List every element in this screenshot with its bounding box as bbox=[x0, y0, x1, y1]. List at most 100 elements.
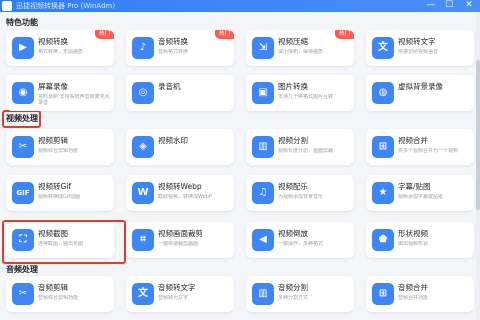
maximize-button[interactable]: ☐ bbox=[442, 0, 456, 12]
card-title: 视频压缩 bbox=[278, 37, 308, 46]
virtual-background-icon: ◍ bbox=[372, 82, 394, 104]
card-audio-convert[interactable]: ♪ 音频转换音频格式转换 热门 bbox=[126, 30, 234, 66]
video-merge-icon: ⊞ bbox=[372, 136, 394, 158]
card-title: 录音机 bbox=[158, 82, 181, 91]
card-description: 音频格式转换 bbox=[158, 49, 189, 55]
screen-record-icon: ◉ bbox=[12, 82, 34, 104]
card-title: 屏幕录像 bbox=[38, 82, 68, 91]
card-description: 音频综合剪辑功能 bbox=[38, 295, 79, 301]
card-title: 形状视频 bbox=[398, 229, 428, 238]
card-title: 视频合并 bbox=[398, 136, 428, 145]
video-reverse-icon: ◀ bbox=[252, 229, 274, 251]
video-split-icon: ▥ bbox=[252, 136, 274, 158]
card-title: 音频合并 bbox=[398, 283, 428, 292]
card-description: 视频综合剪辑功能 bbox=[38, 148, 79, 154]
card-description: 一键快速裁剪画面 bbox=[158, 241, 199, 247]
card-description: 连续截图，输出长图 bbox=[38, 241, 84, 247]
card-title: 字幕/贴图 bbox=[398, 182, 431, 191]
card-description: 实时录制 支持系统声音和麦克风录音 bbox=[38, 94, 110, 106]
card-image-convert[interactable]: ▣ 图片转换支持几十种格式图片互转 bbox=[246, 75, 354, 111]
card-video-to-text[interactable]: 文视频转文字快速识别视频语音 bbox=[366, 30, 474, 66]
video-screenshot-icon: ⛶ bbox=[12, 229, 34, 251]
card-description: 为视频添加背景音乐 bbox=[278, 194, 324, 200]
card-video-compress[interactable]: ⇲ 视频压缩减小体积，保持画质 热门 bbox=[246, 30, 354, 66]
card-title: 视频截图 bbox=[38, 229, 68, 238]
card-description: 音频合并功能 bbox=[398, 295, 429, 301]
card-description: 视频转换成Gif动图 bbox=[38, 194, 81, 200]
card-title: 视频画面裁剪 bbox=[158, 229, 203, 238]
image-convert-icon: ▣ bbox=[252, 82, 274, 104]
card-video-reverse[interactable]: ◀ 视频倒放一键操作，多种格式 bbox=[246, 222, 354, 258]
card-title: 音频转文字 bbox=[158, 283, 196, 292]
card-title: 图片转换 bbox=[278, 82, 308, 91]
card-title: 视频剪辑 bbox=[38, 136, 68, 145]
card-title: 视频倒放 bbox=[278, 229, 308, 238]
video-watermark-icon: ◈ bbox=[132, 136, 154, 158]
card-audio-to-text[interactable]: 文音频转文字 音频转为文字 bbox=[126, 276, 234, 312]
card-recorder[interactable]: ◎ 录音机 bbox=[126, 75, 234, 111]
section-title-special: 特色功能 bbox=[6, 18, 38, 27]
card-video-convert[interactable]: ▶ 视频转换 格式转换，无损画质 热门 bbox=[6, 30, 114, 66]
audio-to-text-icon: 文 bbox=[132, 283, 154, 305]
minimize-button[interactable]: — bbox=[424, 0, 438, 12]
hot-badge: 热门 bbox=[334, 30, 354, 39]
card-description: 做出视频形状 bbox=[398, 241, 429, 247]
video-compress-icon: ⇲ bbox=[252, 37, 274, 59]
card-description: 视频长度分割，画面剪裁 bbox=[278, 148, 334, 154]
audio-split-icon: ▥ bbox=[252, 283, 274, 305]
video-edit-icon: ✂ bbox=[12, 136, 34, 158]
audio-merge-icon: ⊞ bbox=[372, 283, 394, 305]
video-to-text-icon: 文 bbox=[372, 37, 394, 59]
card-shape-video[interactable]: ⬟ 形状视频做出视频形状 bbox=[366, 222, 474, 258]
card-video-split[interactable]: ▥ 视频分割视频长度分割，画面剪裁 bbox=[246, 129, 354, 165]
close-button[interactable]: ✕ bbox=[462, 0, 476, 12]
title-bar: 迅捷视频转换器 Pro (WinAdm) — ☐ ✕ bbox=[0, 0, 480, 12]
card-audio-merge[interactable]: ⊞ 音频合并音频合并功能 bbox=[366, 276, 474, 312]
card-video-watermark[interactable]: ◈ 视频水印 bbox=[126, 129, 234, 165]
shape-video-icon: ⬟ bbox=[372, 229, 394, 251]
scrollbar-thumb[interactable] bbox=[476, 60, 480, 210]
card-title: 视频转Webp bbox=[158, 182, 202, 191]
card-virtual-background[interactable]: ◍ 虚拟背景录像 bbox=[366, 75, 474, 111]
card-title: 视频配乐 bbox=[278, 182, 308, 191]
card-title: 视频转文字 bbox=[398, 37, 436, 46]
card-video-music[interactable]: ♫ 视频配乐为视频添加背景音乐 bbox=[246, 175, 354, 211]
card-audio-split[interactable]: ▥ 音频分割多种分割方式 bbox=[246, 276, 354, 312]
card-title: 视频水印 bbox=[158, 136, 188, 145]
video-crop-icon: ⌗ bbox=[132, 229, 154, 251]
card-subtitle-sticker[interactable]: ★ 字幕/贴图视频添加字幕或贴纸 bbox=[366, 175, 474, 211]
card-screen-record[interactable]: ◉ 屏幕录像实时录制 支持系统声音和麦克风录音 bbox=[6, 75, 114, 111]
card-video-merge[interactable]: ⊞ 视频合并 将多个视频合并为一个视频 bbox=[366, 129, 474, 165]
hot-badge: 热门 bbox=[214, 30, 234, 39]
card-description: 减小体积，保持画质 bbox=[278, 49, 324, 55]
card-title: 视频转换 bbox=[38, 37, 68, 46]
card-title: 音频剪辑 bbox=[38, 283, 68, 292]
card-description: 多种分割方式 bbox=[278, 295, 309, 301]
card-description: 格式转换，无损画质 bbox=[38, 49, 84, 55]
card-title: 视频分割 bbox=[278, 136, 308, 145]
card-audio-edit[interactable]: ✂ 音频剪辑音频综合剪辑功能 bbox=[6, 276, 114, 312]
subtitle-sticker-icon: ★ bbox=[372, 182, 394, 204]
card-description: 截取视频，转换成WebP bbox=[158, 194, 212, 200]
card-video-to-webp[interactable]: W 视频转Webp 截取视频，转换成WebP bbox=[126, 175, 234, 211]
video-to-webp-icon: W bbox=[132, 182, 154, 204]
card-video-edit[interactable]: ✂ 视频剪辑视频综合剪辑功能 bbox=[6, 129, 114, 165]
card-description: 快速识别视频语音 bbox=[398, 49, 439, 55]
card-description: 支持几十种格式图片互转 bbox=[278, 94, 334, 100]
section-title-video: 视频处理 bbox=[6, 114, 38, 123]
app-logo-icon bbox=[2, 1, 12, 11]
video-music-icon: ♫ bbox=[252, 182, 274, 204]
hot-badge: 热门 bbox=[94, 30, 114, 39]
audio-edit-icon: ✂ bbox=[12, 283, 34, 305]
card-video-to-gif[interactable]: GIF 视频转Gif 视频转换成Gif动图 bbox=[6, 175, 114, 211]
card-title: 视频转Gif bbox=[38, 182, 72, 191]
card-description: 视频添加字幕或贴纸 bbox=[398, 194, 444, 200]
recorder-icon: ◎ bbox=[132, 82, 154, 104]
card-video-crop[interactable]: ⌗ 视频画面裁剪 一键快速裁剪画面 bbox=[126, 222, 234, 258]
card-title: 音频转换 bbox=[158, 37, 188, 46]
card-video-screenshot[interactable]: ⛶ 视频截图连续截图，输出长图 bbox=[6, 222, 114, 258]
card-title: 音频分割 bbox=[278, 283, 308, 292]
audio-convert-icon: ♪ bbox=[132, 37, 154, 59]
card-description: 一键操作，多种格式 bbox=[278, 241, 324, 247]
window-title: 迅捷视频转换器 Pro (WinAdm) bbox=[16, 2, 116, 10]
